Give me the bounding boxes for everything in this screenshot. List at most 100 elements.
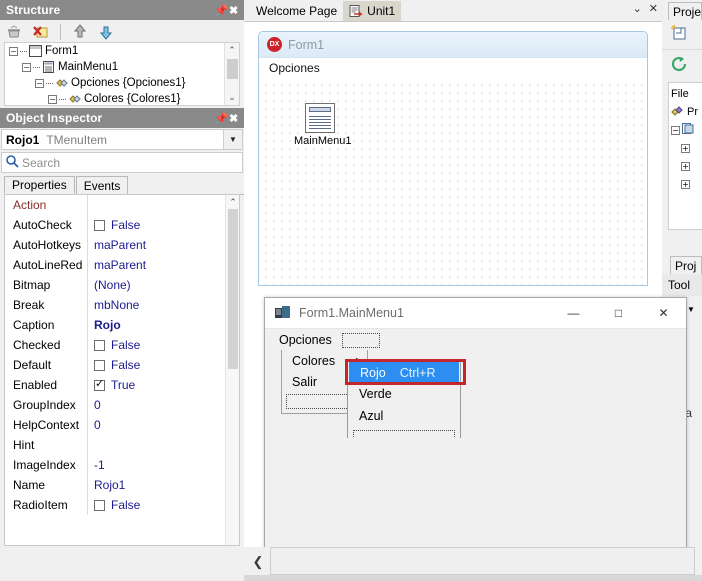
submenu-item-azul[interactable]: Azul (348, 405, 460, 427)
bottom-status-field[interactable] (270, 547, 695, 575)
checkbox-icon[interactable] (94, 339, 105, 351)
expander-icon[interactable]: − (22, 62, 31, 72)
tab-project-manager-top[interactable]: Proje (668, 2, 702, 20)
chevron-down-icon[interactable]: ▼ (687, 305, 695, 314)
structure-tree[interactable]: − Form1 − MainMenu1 − Opciones {Opciones… (4, 42, 240, 106)
close-button[interactable]: ✕ (641, 298, 686, 329)
chevron-down-icon[interactable]: ▼ (223, 130, 242, 149)
project-tree[interactable]: File Pr − + + + (668, 82, 702, 230)
tree-item-mainmenu1[interactable]: − MainMenu1 (5, 59, 239, 75)
maximize-button[interactable]: □ (596, 298, 641, 329)
property-value[interactable] (88, 435, 239, 455)
property-row-default[interactable]: Default False (5, 355, 239, 375)
property-row-checked[interactable]: Checked False (5, 335, 239, 355)
property-grid[interactable]: Action AutoCheck False AutoHotkeys maPar… (4, 194, 240, 546)
expander-icon[interactable]: − (671, 125, 680, 135)
property-value[interactable]: -1 (88, 455, 239, 475)
submenu-item-verde[interactable]: Verde (348, 383, 460, 405)
expander-icon[interactable]: + (681, 161, 690, 171)
design-menu-opciones[interactable]: Opciones (269, 61, 320, 75)
search-input[interactable]: Search (1, 152, 243, 173)
object-selector[interactable]: Rojo1 TMenuItem ▼ (1, 129, 243, 150)
tab-welcome-page[interactable]: Welcome Page (250, 1, 343, 21)
design-form[interactable]: DX Form1 Opciones MainMenu1 (258, 31, 648, 286)
checkbox-checked-icon[interactable] (94, 377, 105, 391)
project-tree-row-2[interactable]: + (669, 157, 702, 175)
pin-icon[interactable]: 📌 (214, 4, 229, 17)
design-form-menubar[interactable]: Opciones (259, 58, 647, 78)
property-row-autohotkeys[interactable]: AutoHotkeys maParent (5, 235, 239, 255)
tab-properties[interactable]: Properties (4, 176, 75, 194)
property-value[interactable]: maParent (88, 235, 239, 255)
property-row-name[interactable]: Name Rojo1 (5, 475, 239, 495)
property-value[interactable]: False (88, 495, 239, 515)
tab-list-icon[interactable]: ⌄ (633, 2, 642, 15)
close-icon[interactable]: ✖ (229, 4, 244, 17)
property-row-break[interactable]: Break mbNone (5, 295, 239, 315)
tab-project-manager-bottom[interactable]: Proj (670, 256, 702, 274)
component-mainmenu1[interactable]: MainMenu1 (294, 103, 351, 147)
chevron-left-icon[interactable]: ❮ (248, 549, 268, 575)
property-row-imageindex[interactable]: ImageIndex -1 (5, 455, 239, 475)
delete-icon[interactable] (5, 22, 25, 42)
chevron-down-icon[interactable]: ⌄ (228, 92, 236, 103)
property-value[interactable]: False (88, 215, 239, 235)
property-value[interactable]: mbNone (88, 295, 239, 315)
running-app-menubar[interactable]: Opciones (265, 329, 686, 351)
property-value[interactable] (88, 195, 239, 215)
property-row-enabled[interactable]: Enabled True (5, 375, 239, 395)
project-tree-row-projectgroup[interactable]: Pr (669, 103, 702, 121)
property-value[interactable]: 0 (88, 395, 239, 415)
move-up-icon[interactable] (70, 22, 90, 42)
tab-unit1[interactable]: Unit1 (343, 1, 402, 21)
tree-item-colores[interactable]: − Colores {Colores1} (5, 91, 239, 105)
property-value[interactable]: maParent (88, 255, 239, 275)
property-value[interactable]: Rojo (88, 315, 239, 335)
property-row-helpcontext[interactable]: HelpContext 0 (5, 415, 239, 435)
menu-opciones[interactable]: Opciones (273, 331, 338, 349)
property-row-action[interactable]: Action (5, 195, 239, 215)
close-icon[interactable]: ✕ (649, 2, 658, 15)
scrollbar-thumb[interactable] (228, 209, 238, 369)
property-value[interactable]: False (88, 335, 239, 355)
move-down-icon[interactable] (96, 22, 116, 42)
chevron-up-icon[interactable]: ⌃ (226, 195, 239, 209)
property-value[interactable]: 0 (88, 415, 239, 435)
property-row-bitmap[interactable]: Bitmap (None) (5, 275, 239, 295)
property-row-hint[interactable]: Hint (5, 435, 239, 455)
property-value[interactable]: True (88, 375, 239, 395)
tab-events[interactable]: Events (75, 176, 129, 194)
expander-icon[interactable]: + (681, 179, 690, 189)
checkbox-icon[interactable] (94, 359, 105, 371)
property-row-groupindex[interactable]: GroupIndex 0 (5, 395, 239, 415)
expander-icon[interactable]: − (35, 78, 44, 88)
structure-tree-scrollbar[interactable]: ⌃ ⌄ (224, 43, 239, 105)
property-row-autocheck[interactable]: AutoCheck False (5, 215, 239, 235)
running-app-window[interactable]: Form1.MainMenu1 — □ ✕ Opciones Colores ▶… (264, 297, 687, 567)
refresh-icon[interactable] (669, 54, 689, 77)
menu-new-item-slot[interactable] (341, 332, 380, 348)
form-designer[interactable]: DX Form1 Opciones MainMenu1 (244, 22, 662, 286)
tree-item-form1[interactable]: − Form1 (5, 43, 239, 59)
new-project-icon[interactable] (669, 23, 689, 46)
property-row-autolinereduction[interactable]: AutoLineRed maParent (5, 255, 239, 275)
close-icon[interactable]: ✖ (229, 112, 244, 125)
rename-icon[interactable] (31, 22, 51, 42)
project-tree-row-project[interactable]: − (669, 121, 702, 139)
checkbox-icon[interactable] (94, 219, 105, 231)
minimize-button[interactable]: — (551, 298, 596, 329)
submenu-item-rojo[interactable]: Rojo Ctrl+R (349, 362, 459, 383)
expander-icon[interactable]: − (9, 46, 18, 56)
design-form-client[interactable]: MainMenu1 (259, 78, 647, 285)
scrollbar-thumb[interactable] (227, 59, 238, 79)
property-grid-scrollbar[interactable]: ⌃ (225, 195, 239, 545)
chevron-up-icon[interactable]: ⌃ (228, 45, 236, 56)
running-app-titlebar[interactable]: Form1.MainMenu1 — □ ✕ (265, 298, 686, 329)
tree-item-opciones[interactable]: − Opciones {Opciones1} (5, 75, 239, 91)
submenu-popup-colores[interactable]: Rojo Ctrl+R Verde Azul (347, 361, 461, 450)
pin-icon[interactable]: 📌 (214, 112, 229, 125)
project-tree-row-1[interactable]: + (669, 139, 702, 157)
expander-icon[interactable]: − (48, 94, 57, 104)
property-value[interactable]: False (88, 355, 239, 375)
property-row-caption[interactable]: Caption Rojo (5, 315, 239, 335)
